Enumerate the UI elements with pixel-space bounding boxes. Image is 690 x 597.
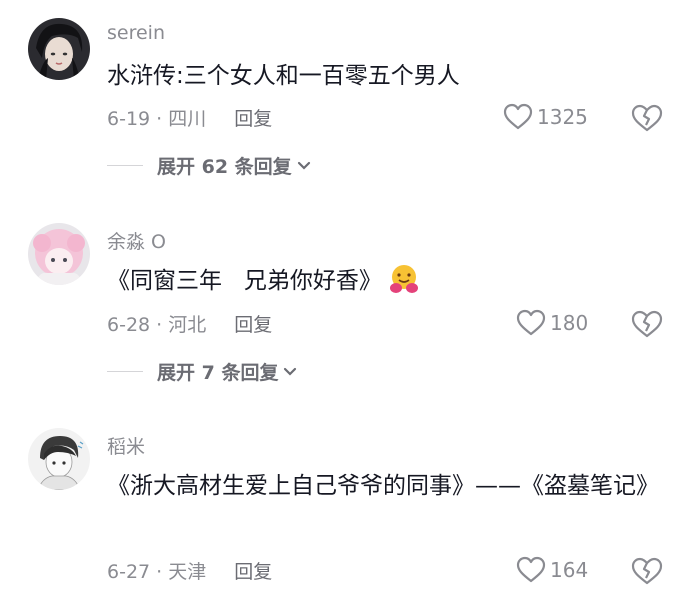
username[interactable]: 稻米 [107, 432, 145, 459]
comment-meta: 6-28 · 河北 回复 [107, 310, 272, 337]
like-button[interactable]: 164 [516, 556, 588, 584]
comment-text: 《浙大高材生爱上自己爷爷的同事》——《盗墓笔记》 [107, 473, 659, 499]
avatar[interactable] [28, 428, 90, 490]
username[interactable]: serein [107, 22, 165, 44]
expand-replies-label: 展开 7 条回复 [157, 362, 279, 384]
hugging-face-emoji-icon [389, 265, 418, 293]
divider-line [107, 165, 143, 166]
avatar[interactable] [28, 18, 90, 80]
heart-icon [516, 309, 546, 336]
like-count: 164 [550, 558, 589, 582]
expand-replies-label: 展开 62 条回复 [157, 156, 292, 178]
like-button[interactable]: 180 [516, 309, 588, 337]
avatar-pink-hair-anime-icon [28, 223, 90, 285]
broken-heart-icon[interactable] [630, 556, 664, 586]
divider-line [107, 371, 143, 372]
reply-button[interactable]: 回复 [234, 561, 272, 583]
chevron-down-icon [297, 161, 310, 170]
expand-replies-button[interactable]: 展开 7 条回复 [107, 358, 298, 385]
comment-text: 《同窗三年 兄弟你好香》 [107, 263, 667, 299]
like-count: 180 [550, 311, 589, 335]
heart-icon [516, 556, 546, 583]
expand-replies-button[interactable]: 展开 62 条回复 [107, 152, 312, 179]
date-location: 6-19 · 四川 [107, 108, 207, 130]
username[interactable]: 余淼 O [107, 227, 166, 254]
comment-meta: 6-27 · 天津 回复 [107, 557, 272, 584]
date-location: 6-28 · 河北 [107, 314, 207, 336]
like-button[interactable]: 1325 [503, 103, 588, 131]
avatar-sketch-boy-icon [28, 428, 90, 490]
comment-meta: 6-19 · 四川 回复 [107, 104, 272, 131]
avatar-dark-hair-girl-icon [28, 18, 90, 80]
reply-button[interactable]: 回复 [234, 108, 272, 130]
broken-heart-icon[interactable] [630, 309, 664, 339]
comment-text-content: 《同窗三年 兄弟你好香》 [107, 268, 382, 294]
heart-icon [503, 103, 533, 130]
avatar[interactable] [28, 223, 90, 285]
reply-button[interactable]: 回复 [234, 314, 272, 336]
chevron-down-icon [284, 367, 297, 376]
like-count: 1325 [537, 105, 588, 129]
broken-heart-icon[interactable] [630, 103, 664, 133]
comment-text: 水浒传:三个女人和一百零五个男人 [107, 63, 460, 89]
date-location: 6-27 · 天津 [107, 561, 207, 583]
